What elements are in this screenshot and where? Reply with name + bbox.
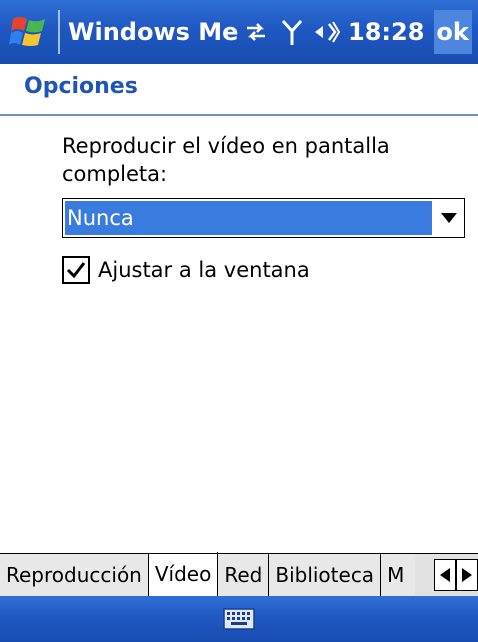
- tab-biblioteca[interactable]: Biblioteca: [269, 553, 382, 596]
- tab-more[interactable]: M: [381, 553, 416, 596]
- windows-flag-icon: [9, 17, 45, 46]
- dropdown-selected-value[interactable]: Nunca: [65, 201, 432, 235]
- arrow-left-icon: [440, 567, 450, 582]
- system-tray: 18:28 ok: [238, 0, 473, 64]
- fit-window-option[interactable]: Ajustar a la ventana: [62, 256, 310, 284]
- checkmark-icon: [66, 262, 86, 279]
- tab-scroll-controls: [434, 553, 478, 596]
- tab-bar-top-border: [0, 553, 478, 554]
- antenna-icon[interactable]: [274, 17, 310, 47]
- chevron-down-icon[interactable]: [434, 199, 464, 237]
- tab-video[interactable]: Vídeo: [148, 552, 219, 596]
- page-title: Opciones: [24, 74, 138, 99]
- fullscreen-dropdown[interactable]: Nunca: [62, 198, 465, 238]
- title-divider: [58, 10, 60, 54]
- fullscreen-label: Reproducir el vídeo en pantalla completa…: [62, 134, 390, 186]
- tab-reproduccion[interactable]: Reproducción: [0, 553, 149, 596]
- speaker-icon[interactable]: [310, 20, 344, 44]
- app-title: Windows Medi: [68, 18, 238, 46]
- ok-button[interactable]: ok: [434, 10, 473, 54]
- header-divider: [0, 114, 478, 116]
- tab-bar: Reproducción Vídeo Red Biblioteca M: [0, 552, 478, 596]
- start-button[interactable]: [0, 0, 58, 64]
- tab-scroll-left-button[interactable]: [434, 558, 456, 591]
- fit-window-checkbox[interactable]: [62, 256, 90, 284]
- tab-red[interactable]: Red: [218, 553, 270, 596]
- clock[interactable]: 18:28: [348, 18, 424, 46]
- bottom-bar: [0, 596, 478, 642]
- arrow-right-icon: [462, 567, 472, 582]
- tab-scroll-right-button[interactable]: [456, 558, 478, 591]
- title-bar: Windows Medi 18:28 ok: [0, 0, 478, 64]
- fit-window-label[interactable]: Ajustar a la ventana: [98, 258, 310, 282]
- keyboard-icon[interactable]: [222, 605, 256, 633]
- sync-arrows-icon[interactable]: [238, 20, 274, 44]
